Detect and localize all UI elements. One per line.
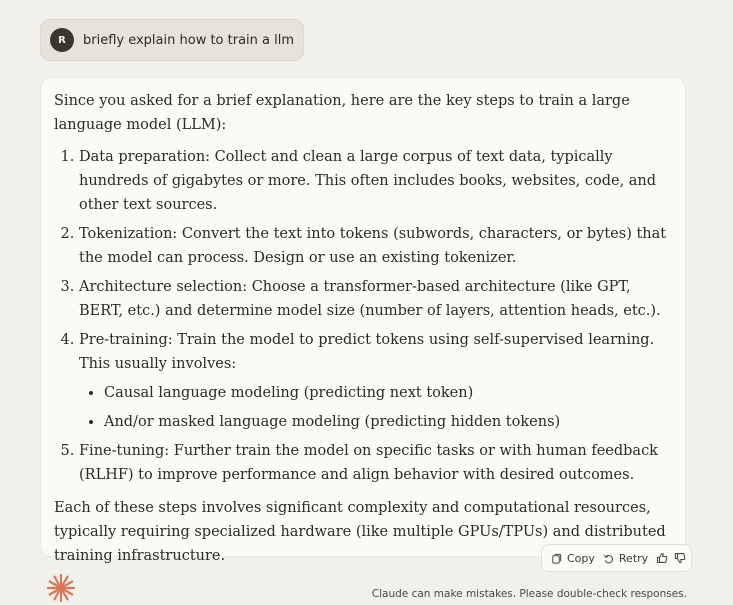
sublist-item-causal: Causal language modeling (predicting nex…: [104, 381, 672, 405]
message-actions-bar: Copy Retry: [541, 544, 692, 572]
sublist-item-masked: And/or masked language modeling (predict…: [104, 410, 672, 434]
list-item-architecture: Architecture selection: Choose a transfo…: [79, 275, 672, 323]
copy-button[interactable]: Copy: [551, 552, 595, 565]
disclaimer-text: Claude can make mistakes. Please double-…: [371, 588, 687, 600]
user-avatar[interactable]: R: [50, 28, 74, 52]
thumbs-down-icon: [675, 552, 686, 564]
retry-label: Retry: [618, 551, 649, 565]
retry-button[interactable]: Retry: [603, 552, 648, 565]
user-message-bubble: R briefly explain how to train a llm: [40, 19, 304, 61]
steps-list: Data preparation: Collect and clean a la…: [54, 145, 672, 487]
thumbs-up-button[interactable]: [656, 552, 668, 564]
user-message-text: briefly explain how to train a llm: [83, 32, 295, 48]
claude-logo-icon: [46, 573, 76, 603]
thumbs-down-button[interactable]: [674, 552, 686, 564]
list-item-tokenization: Tokenization: Convert the text into toke…: [79, 222, 672, 270]
pretraining-text: Pre-training: Train the model to predict…: [79, 332, 655, 372]
thumbs-up-icon: [657, 552, 668, 564]
assistant-response: Since you asked for a brief explanation,…: [40, 77, 686, 564]
copy-label: Copy: [567, 551, 595, 565]
copy-icon: [552, 553, 562, 564]
list-item-pretraining: Pre-training: Train the model to predict…: [79, 328, 672, 434]
list-item-fine-tuning: Fine-tuning: Further train the model on …: [79, 439, 672, 487]
response-intro: Since you asked for a brief explanation,…: [54, 93, 630, 133]
pretraining-sublist: Causal language modeling (predicting nex…: [79, 381, 672, 434]
retry-icon: [603, 554, 613, 563]
list-item-data-preparation: Data preparation: Collect and clean a la…: [79, 145, 672, 217]
